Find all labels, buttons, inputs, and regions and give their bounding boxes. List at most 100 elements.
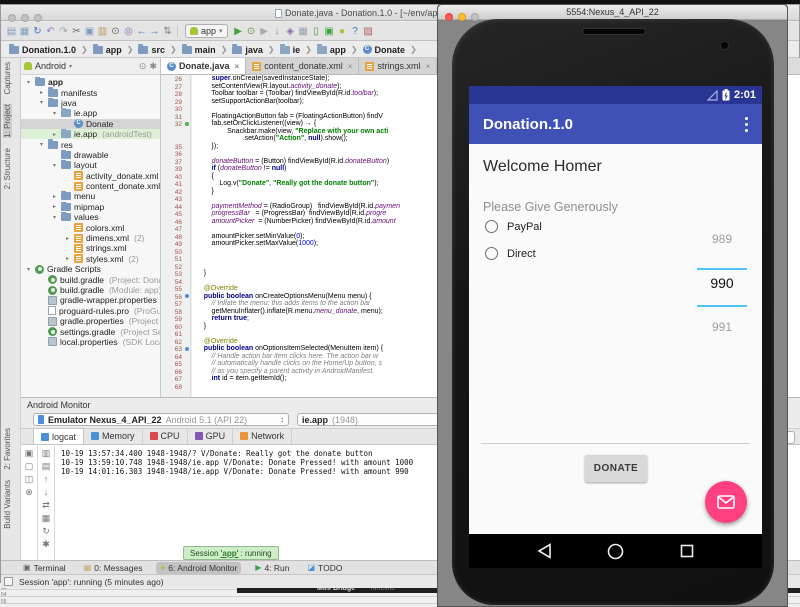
run-icon[interactable]: ▶ [232, 25, 245, 38]
minimize-window-icon[interactable] [21, 14, 29, 22]
copy-icon[interactable]: ▣ [83, 25, 96, 38]
monitor-tab[interactable]: logcat [33, 428, 84, 444]
tree-row[interactable]: build.gradle (Module: app) [21, 285, 160, 295]
undo-icon[interactable]: ↶ [44, 25, 57, 38]
breadcrumb-item[interactable]: app [315, 45, 348, 55]
screen-record-icon[interactable]: ▢ [25, 461, 34, 471]
device-select[interactable]: Emulator Nexus_4_API_22 Android 5.1 (API… [33, 413, 289, 426]
session-app-link[interactable]: 'app' [220, 549, 238, 558]
tree-expand-icon[interactable]: ▾ [25, 79, 32, 86]
help-icon[interactable]: ? [349, 25, 362, 38]
tool-window-button[interactable]: Build Variants [3, 480, 12, 529]
attach-debugger-icon[interactable]: ↓ [271, 25, 284, 38]
tree-row[interactable]: settings.gradle (Project Settings) [21, 326, 160, 336]
tool-window-button[interactable]: 2: Structure [3, 148, 12, 189]
monitor-tab[interactable]: GPU [188, 428, 234, 444]
android-monitor-icon[interactable]: ● [336, 25, 349, 38]
tree-expand-icon[interactable]: ▾ [51, 162, 58, 169]
debug-icon[interactable]: ⊙ [245, 25, 258, 38]
breadcrumb-item[interactable]: Donation.1.0 [7, 45, 78, 55]
open-folder-icon[interactable]: ▤ [5, 25, 18, 38]
tree-row[interactable]: ▾ res [21, 139, 160, 149]
tree-row[interactable]: drawable [21, 150, 160, 160]
project-structure-icon[interactable]: ▦ [297, 25, 310, 38]
sync-icon[interactable]: ↻ [31, 25, 44, 38]
bottom-tool-window-button[interactable]: ▶ 4: Run [251, 562, 293, 574]
radio-option-direct[interactable]: Direct [485, 247, 536, 260]
recents-button[interactable] [680, 544, 694, 558]
number-picker-below[interactable]: 991 [692, 320, 752, 334]
tree-row[interactable]: ▾ Gradle Scripts [21, 264, 160, 274]
print-icon[interactable]: ▦ [42, 513, 51, 523]
tree-row[interactable]: ▸ mipmap [21, 202, 160, 212]
editor-tab[interactable]: content_donate.xml × [246, 58, 359, 74]
clear-logcat-icon[interactable]: ▥ [42, 448, 51, 458]
tree-row[interactable]: ▾ ie.app [21, 108, 160, 118]
tree-expand-icon[interactable]: ▸ [51, 203, 58, 210]
tree-row[interactable]: ▾ layout [21, 160, 160, 170]
tree-row[interactable]: ▾ java [21, 98, 160, 108]
tree-row[interactable]: gradle.properties (Project Propertie [21, 316, 160, 326]
settings-icon[interactable]: ✱ [42, 539, 50, 549]
cut-icon[interactable]: ✂ [70, 25, 83, 38]
tree-expand-icon[interactable]: ▾ [51, 214, 58, 221]
tree-row[interactable]: local.properties (SDK Location) [21, 337, 160, 347]
tree-row[interactable]: activity_donate.xml [21, 171, 160, 181]
bottom-tool-window-button[interactable]: ▤ 0: Messages [80, 562, 147, 574]
down-stack-icon[interactable]: ↓ [44, 487, 49, 497]
screenshot-icon[interactable]: ▣ [25, 448, 34, 458]
breadcrumb-item[interactable]: Donate [361, 45, 408, 55]
redo-icon[interactable]: ↷ [57, 25, 70, 38]
restart-icon[interactable]: ↻ [42, 526, 50, 536]
tree-row[interactable]: colors.xml [21, 222, 160, 232]
collapse-all-icon[interactable]: ⊙ [139, 61, 147, 72]
tree-expand-icon[interactable]: ▸ [64, 255, 71, 262]
home-button[interactable] [607, 543, 624, 560]
monitor-tab[interactable]: CPU [143, 428, 188, 444]
back-button[interactable] [537, 543, 552, 559]
process-select[interactable]: ie.app (1948) ↕ [297, 413, 447, 426]
breadcrumb-item[interactable]: app [91, 45, 124, 55]
zoom-window-icon[interactable] [34, 14, 42, 22]
tool-window-button[interactable]: 1: Project [3, 104, 12, 138]
breadcrumb-item[interactable]: src [136, 45, 167, 55]
tree-row[interactable]: content_donate.xml [21, 181, 160, 191]
editor-tab[interactable]: Donate.java × [161, 58, 246, 74]
virtual-device-manager-icon[interactable]: ▯ [310, 25, 323, 38]
run-disabled-icon[interactable]: ▶ [258, 25, 271, 38]
find-icon[interactable]: ⊙ [109, 25, 122, 38]
tree-row[interactable]: strings.xml [21, 243, 160, 253]
run-configuration-select[interactable]: app▾ [185, 24, 228, 38]
tree-expand-icon[interactable]: ▾ [51, 110, 58, 117]
tree-row[interactable]: ▸ styles.xml (2) [21, 254, 160, 264]
bottom-tool-window-button[interactable]: ◪ TODO [303, 562, 346, 574]
tree-row[interactable]: Donate [21, 119, 160, 129]
tree-row[interactable]: ▸ menu [21, 191, 160, 201]
overflow-menu-icon[interactable] [745, 117, 748, 132]
tree-row[interactable]: ▾ values [21, 212, 160, 222]
tree-row[interactable]: proguard-rules.pro (ProGuard Rule [21, 306, 160, 316]
forward-icon[interactable]: → [148, 25, 161, 38]
tree-row[interactable]: ▸ dimens.xml (2) [21, 233, 160, 243]
tool-window-button[interactable]: 2: Favorites [3, 428, 12, 470]
terminate-app-icon[interactable]: ⊗ [25, 487, 33, 497]
breadcrumb-item[interactable]: java [230, 45, 265, 55]
tree-row[interactable]: ▸ manifests [21, 87, 160, 97]
close-tab-icon[interactable]: × [348, 62, 353, 71]
sync-project-icon[interactable]: ▨ [362, 25, 375, 38]
monitor-tab[interactable]: Memory [84, 428, 143, 444]
email-fab-button[interactable] [705, 481, 747, 523]
up-stack-icon[interactable]: ↑ [44, 474, 49, 484]
wrap-icon[interactable]: ⇄ [42, 500, 50, 510]
tree-expand-icon[interactable]: ▸ [51, 131, 58, 138]
tree-expand-icon[interactable]: ▸ [51, 193, 58, 200]
paste-icon[interactable]: ▥ [96, 25, 109, 38]
analyze-icon[interactable]: ◈ [284, 25, 297, 38]
panel-settings-icon[interactable]: ✱ [149, 61, 157, 72]
project-view-select[interactable]: Android [35, 61, 66, 71]
bottom-tool-window-button[interactable]: ▣ Terminal [19, 562, 70, 574]
toolwindow-toggle-icon[interactable] [4, 577, 13, 586]
monitor-tab[interactable]: Network [233, 428, 292, 444]
tree-row[interactable]: build.gradle (Project: Donation.1.0) [21, 274, 160, 284]
scroll-to-end-icon[interactable]: ▤ [42, 461, 51, 471]
